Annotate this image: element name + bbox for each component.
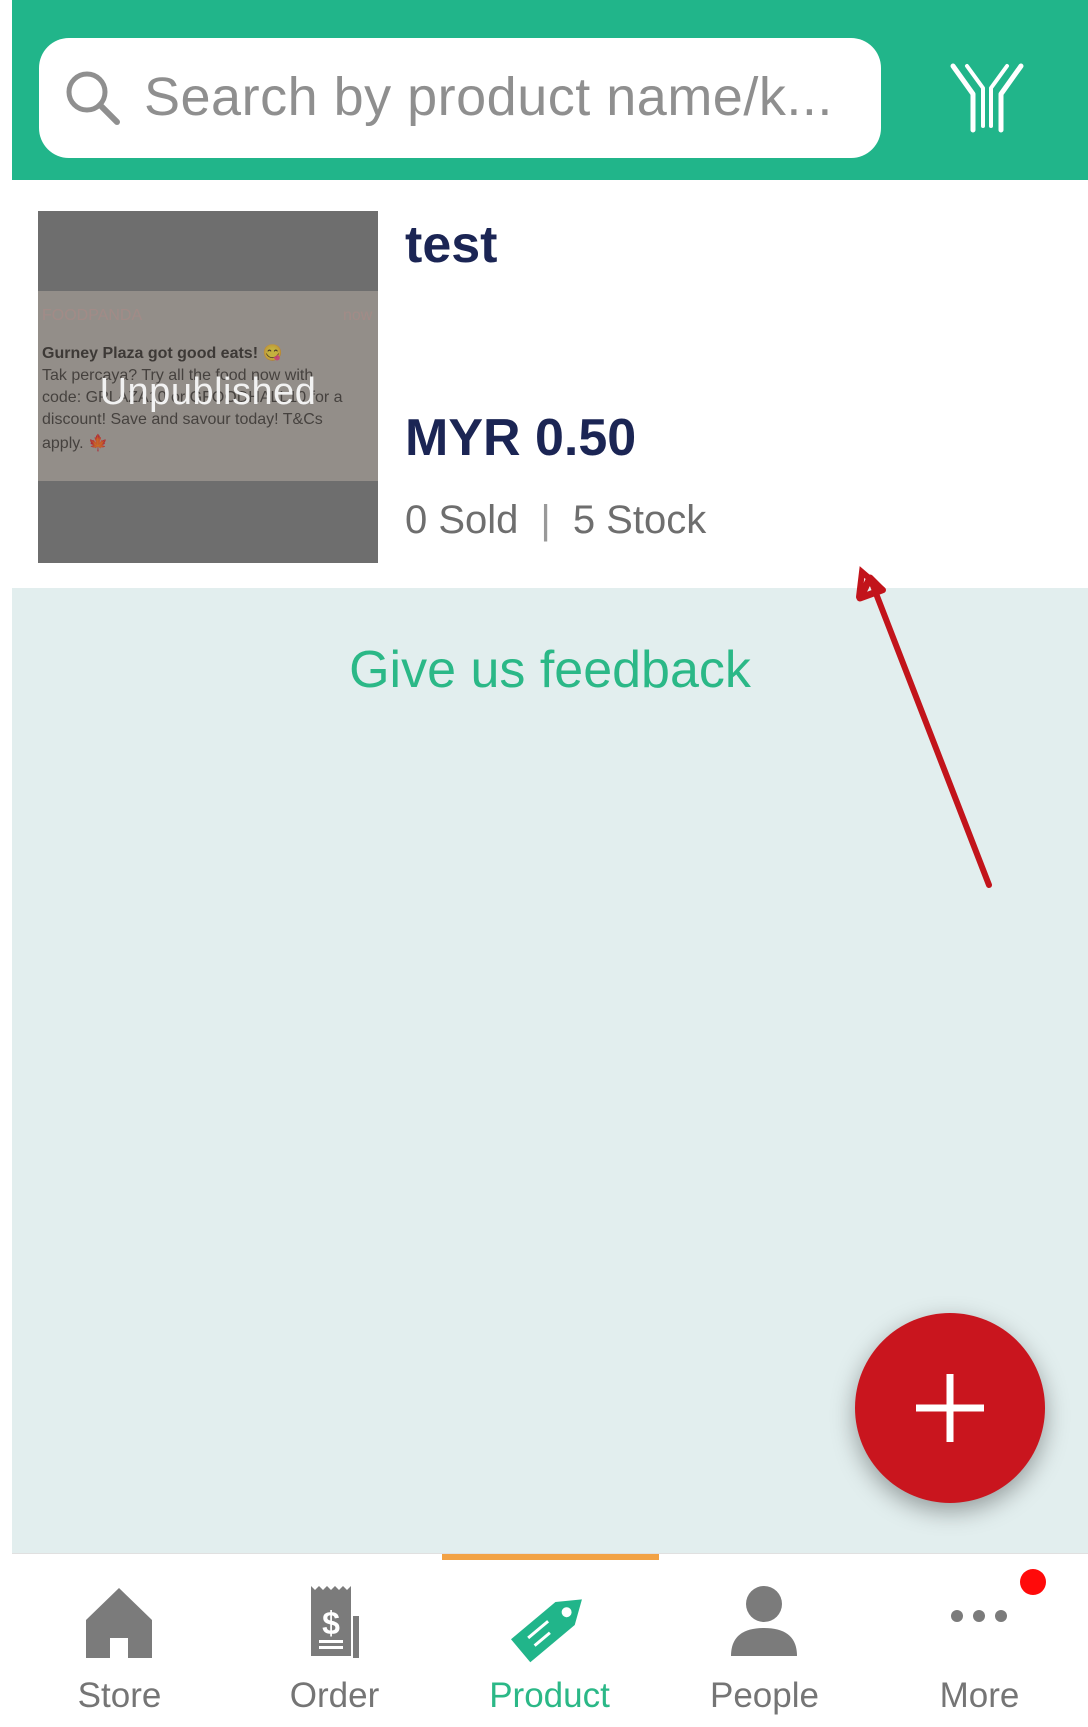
tab-more[interactable]: More — [872, 1554, 1087, 1727]
tab-order[interactable]: $ Order — [227, 1554, 442, 1727]
tab-label-store: Store — [77, 1676, 162, 1715]
store-icon — [86, 1588, 152, 1658]
tab-store[interactable]: Store — [12, 1554, 227, 1727]
bottom-tab-bar: Store $ Order Product People More — [12, 1553, 1088, 1727]
annotation-arrow — [856, 566, 992, 888]
person-icon — [731, 1586, 797, 1656]
tab-people[interactable]: People — [657, 1554, 872, 1727]
tab-product[interactable]: Product — [442, 1554, 657, 1727]
notification-badge — [1020, 1569, 1046, 1595]
tab-label-product: Product — [489, 1676, 610, 1715]
more-icon — [951, 1610, 1007, 1622]
plus-icon — [916, 1374, 984, 1442]
tab-label-more: More — [939, 1676, 1020, 1715]
tab-label-people: People — [710, 1676, 819, 1715]
app-screen: Search by product name/k... FOODPANDA no… — [12, 0, 1088, 1727]
tab-label-order: Order — [289, 1676, 380, 1715]
add-product-button[interactable] — [855, 1313, 1045, 1503]
receipt-icon: $ — [311, 1586, 359, 1658]
svg-text:$: $ — [322, 1605, 340, 1641]
tag-icon — [511, 1599, 582, 1663]
